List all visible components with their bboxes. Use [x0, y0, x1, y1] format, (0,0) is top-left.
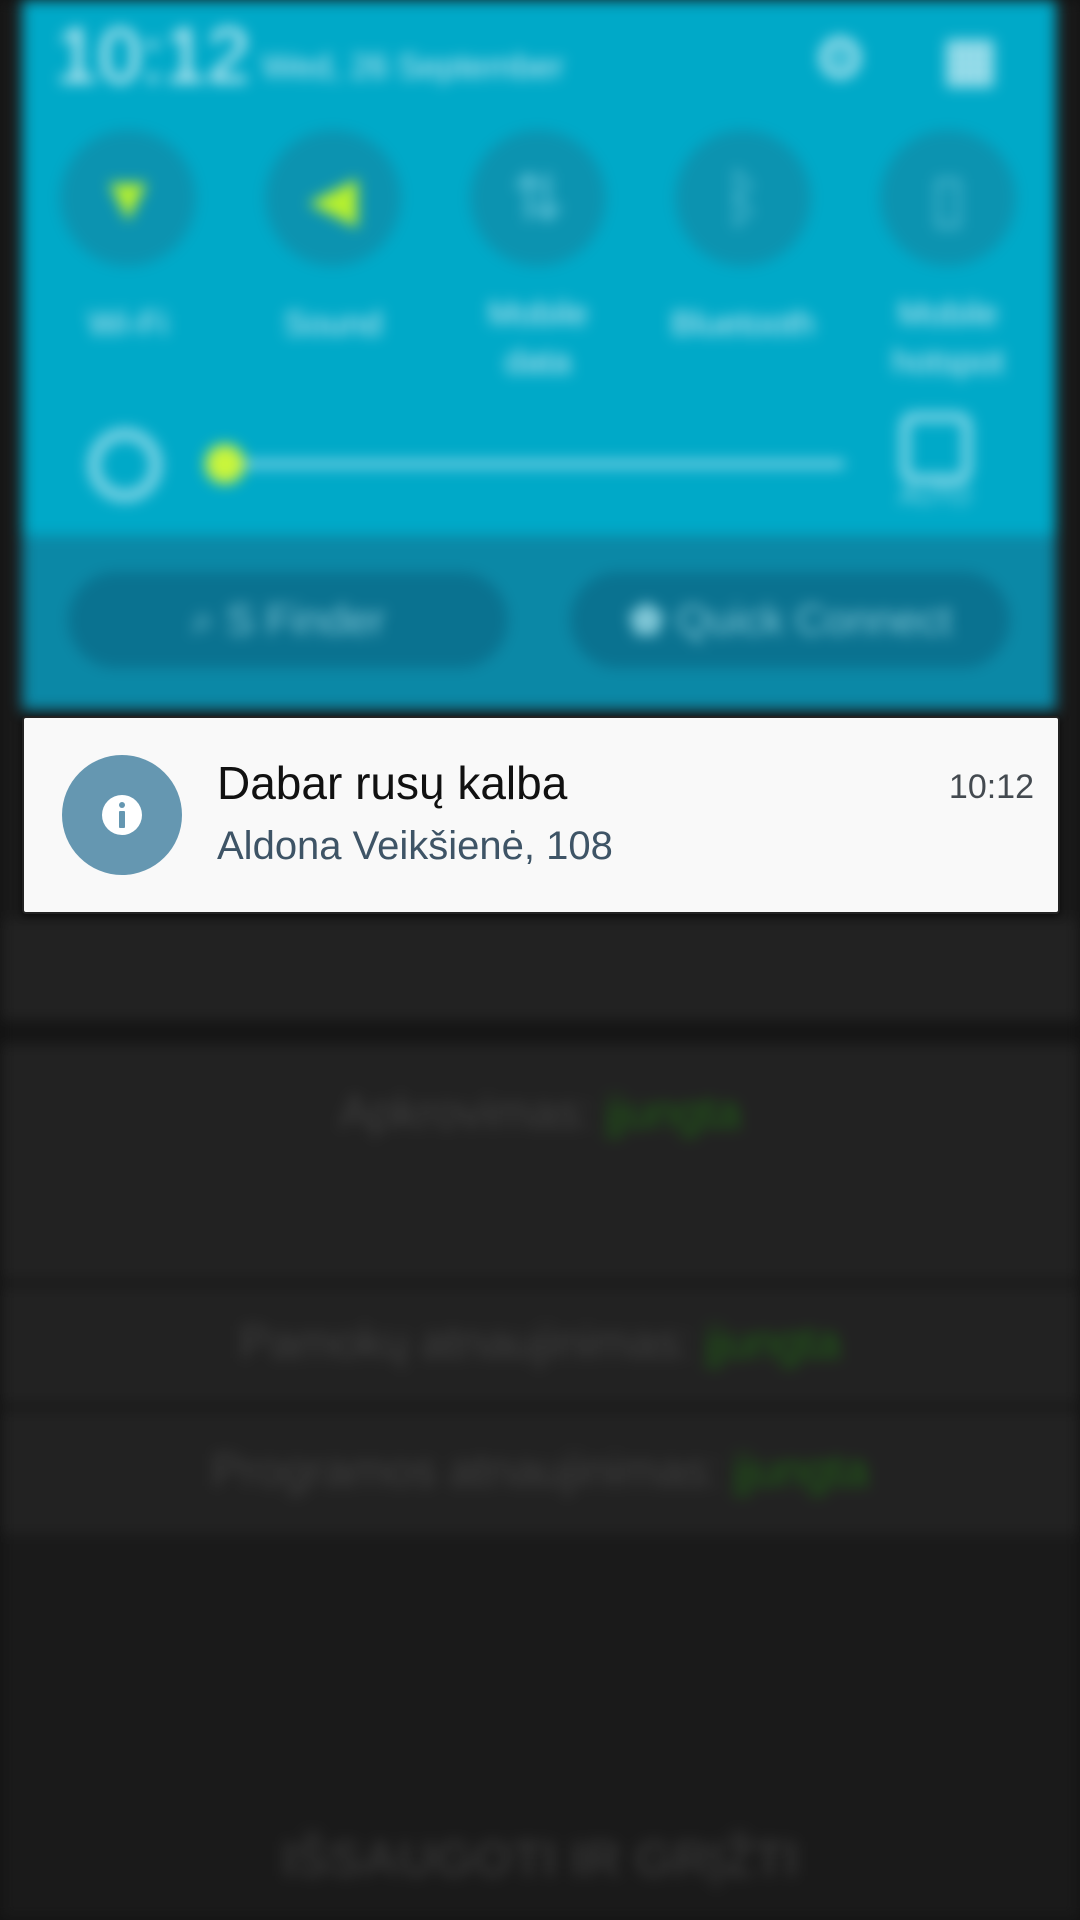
save-and-return-button[interactable]: IŠSAUGOTI IR GRĮŽTI: [0, 1830, 1080, 1888]
quick-connect-label: Quick Connect: [676, 596, 952, 643]
hotspot-toggle[interactable]: ▯: [880, 130, 1016, 266]
brightness-slider-thumb[interactable]: [204, 444, 245, 484]
setting-row-pamoku-atnaujinimas[interactable]: Pamokų atnaujinimas: įjungta: [0, 1315, 1080, 1369]
auto-brightness-label: AUTO: [899, 480, 971, 510]
hotspot-icon: ▯: [930, 162, 966, 234]
wifi-icon: ▼: [96, 162, 160, 234]
wifi-toggle[interactable]: ▼: [60, 130, 196, 266]
toggle-label-wifi: Wi-Fi: [88, 305, 168, 343]
brightness-slider[interactable]: [205, 460, 845, 468]
brightness-icon: [88, 428, 162, 502]
quick-connect-button[interactable]: ⬟ Quick Connect: [570, 572, 1010, 668]
s-finder-label: S Finder: [226, 596, 385, 643]
date: Wed, 26 September: [262, 48, 564, 86]
bg-header-row: [0, 920, 1080, 1020]
notification-title: Dabar rusų kalba: [217, 757, 568, 809]
s-finder-button[interactable]: ⌕ S Finder: [68, 572, 508, 668]
setting-value: įjungta: [733, 1444, 869, 1496]
notification-card[interactable]: Dabar rusų kalba Aldona Veikšienė, 108 1…: [22, 716, 1060, 914]
quick-connect-icon: ⬟: [628, 596, 677, 643]
setting-value: įjungta: [704, 1316, 841, 1368]
notification-time: 10:12: [948, 768, 1034, 806]
sound-icon: ◀: [308, 162, 358, 234]
sound-toggle[interactable]: ◀: [265, 130, 401, 266]
gear-icon[interactable]: ⚙: [805, 24, 875, 94]
bluetooth-toggle[interactable]: ᛒ: [675, 130, 811, 266]
setting-label: Apkrovimas:: [339, 1086, 593, 1138]
auto-brightness-checkbox[interactable]: [900, 412, 972, 484]
search-icon: ⌕: [191, 596, 227, 643]
toggle-label-mobile-data: Mobile data: [487, 295, 589, 381]
toggle-label-hotspot: Mobile hotspot: [892, 295, 1004, 381]
divider: [0, 1020, 1080, 1044]
info-icon: [62, 755, 182, 875]
setting-value: įjungta: [605, 1086, 741, 1138]
toggle-label-bluetooth: Bluetooth: [671, 305, 815, 343]
bluetooth-icon: ᛒ: [723, 162, 763, 234]
mobile-data-icon: ⇅: [511, 162, 565, 234]
setting-row-programos-atnaujinimas[interactable]: Programos atnaujinimas: įjungta: [0, 1443, 1080, 1497]
bg-row: [0, 1044, 1080, 1280]
setting-label: Programos atnaujinimas:: [211, 1444, 721, 1496]
setting-row-apkrovimas[interactable]: Apkrovimas: įjungta: [0, 1085, 1080, 1139]
notification-subtitle: Aldona Veikšienė, 108: [217, 824, 613, 868]
toggle-label-sound: Sound: [283, 305, 383, 343]
clock: 10:12: [55, 11, 251, 99]
mobile-data-toggle[interactable]: ⇅: [470, 130, 606, 266]
setting-label: Pamokų atnaujinimas:: [239, 1316, 693, 1368]
grid-icon[interactable]: ▦: [935, 24, 1005, 94]
